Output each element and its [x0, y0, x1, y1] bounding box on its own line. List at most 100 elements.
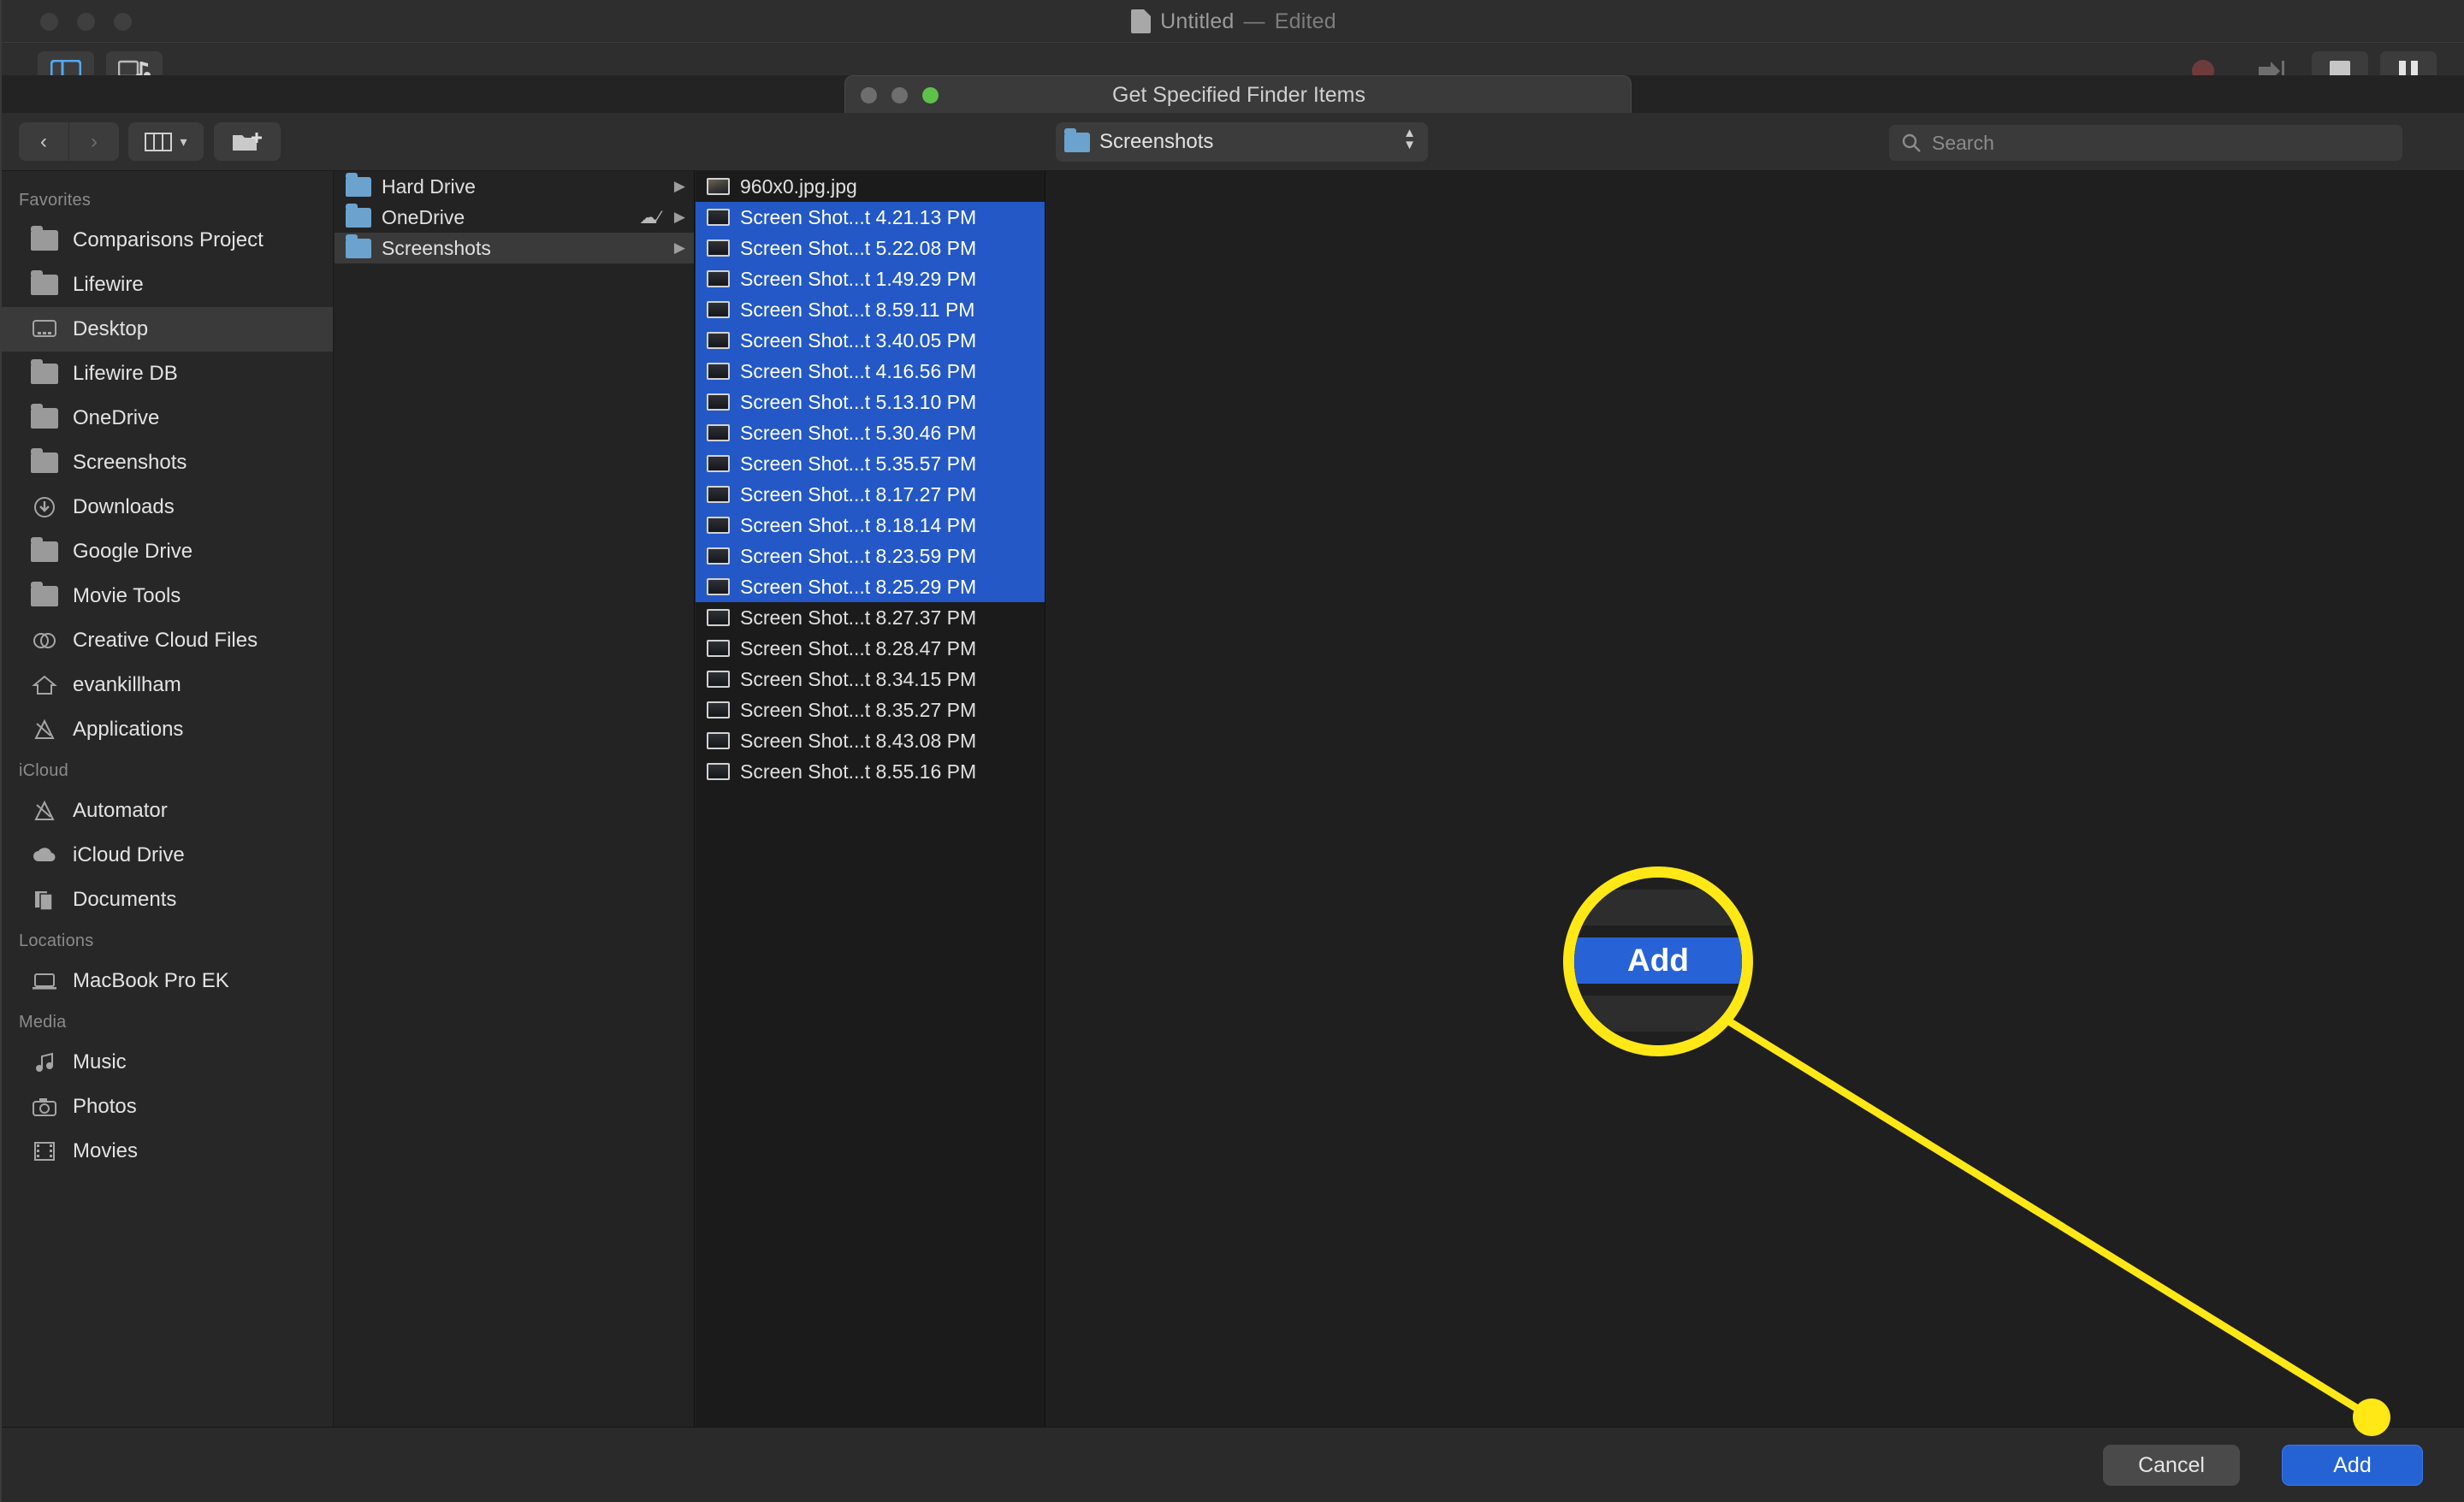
new-folder-button[interactable] [214, 122, 281, 161]
screenshot-thumbnail [707, 239, 730, 257]
sidebar-section-header: Media [19, 1013, 67, 1032]
folder-icon [30, 537, 59, 564]
file-list-item[interactable]: Screen Shot...t 8.43.08 PM [696, 725, 1045, 756]
column1-row[interactable]: OneDrive ☁∕ ▶ [335, 202, 694, 233]
sidebar-item-movie-tools[interactable]: Movie Tools [2, 574, 333, 618]
browser-column-3-preview [1046, 171, 2464, 1502]
sidebar-item-onedrive[interactable]: OneDrive [2, 396, 333, 441]
file-list-item[interactable]: Screen Shot...t 8.17.27 PM [696, 479, 1045, 510]
film-icon [30, 1139, 59, 1163]
file-list-item[interactable]: 960x0.jpg.jpg [696, 171, 1045, 202]
sidebar-item-google-drive[interactable]: Google Drive [2, 529, 333, 574]
app-title: Untitled — Edited [2, 0, 2464, 43]
file-list-item[interactable]: Screen Shot...t 8.27.37 PM [696, 602, 1045, 633]
sidebar-item-desktop[interactable]: Desktop [2, 307, 333, 352]
automator-window: Untitled — Edited Library [0, 0, 2464, 1502]
search-icon [1902, 133, 1921, 152]
sidebar-item-label: Movie Tools [73, 584, 181, 607]
sidebar-item-downloads[interactable]: Downloads [2, 485, 333, 529]
column1-row-label: Screenshots [382, 236, 491, 259]
screenshot-thumbnail [707, 332, 730, 349]
sidebar-section-header: Favorites [19, 191, 92, 210]
magnifier-band-top [1574, 890, 1742, 925]
file-list-item[interactable]: Screen Shot...t 8.35.27 PM [696, 695, 1045, 725]
app-title-edited-state: Edited [1274, 9, 1336, 33]
add-button[interactable]: Add [2282, 1445, 2423, 1486]
column1-row[interactable]: Hard Drive ▶ [335, 171, 694, 202]
file-list-item[interactable]: Screen Shot...t 4.16.56 PM [696, 356, 1045, 387]
sidebar-item-evankillham[interactable]: evankillham [2, 663, 333, 707]
browser-column-2[interactable]: 960x0.jpg.jpg Screen Shot...t 4.21.13 PM S… [696, 171, 1045, 1502]
sidebar-item-lifewire[interactable]: Lifewire [2, 263, 333, 307]
sidebar-item-comparisons-project[interactable]: Comparisons Project [2, 218, 333, 263]
blue-folder-icon [346, 234, 371, 258]
sidebar-item-icloud-drive[interactable]: iCloud Drive [2, 833, 333, 878]
path-popup-value: Screenshots [1099, 130, 1214, 153]
file-list-item-label: Screen Shot...t 8.25.29 PM [740, 575, 977, 598]
file-list-item-label: Screen Shot...t 8.34.15 PM [740, 667, 977, 690]
blue-folder-icon [346, 172, 371, 197]
file-chooser-dialog: Get Specified Finder Items ‹ › ▾ Screens… [2, 75, 2464, 1502]
column-view-icon [145, 132, 173, 151]
sidebar-item-photos[interactable]: Photos [2, 1085, 333, 1129]
file-list-item[interactable]: Screen Shot...t 5.30.46 PM [696, 417, 1045, 448]
sidebar-item-automator[interactable]: Automator [2, 789, 333, 833]
sidebar-item-label: Screenshots [73, 451, 187, 474]
sidebar-item-label: Automator [73, 799, 168, 822]
sidebar-item-label: Creative Cloud Files [73, 629, 258, 652]
file-list-item[interactable]: Screen Shot...t 5.35.57 PM [696, 448, 1045, 479]
sidebar-item-creative-cloud-files[interactable]: Creative Cloud Files [2, 618, 333, 663]
cancel-button[interactable]: Cancel [2103, 1445, 2240, 1486]
file-list-item-label: Screen Shot...t 8.18.14 PM [740, 513, 977, 536]
folder-icon [30, 582, 59, 608]
sidebar[interactable]: Favorites Comparisons Project Lifewire Desk… [2, 171, 334, 1502]
column1-row[interactable]: Screenshots ▶ [335, 233, 694, 263]
magnifier-callout: Add [1563, 866, 1753, 1056]
creative-cloud-icon [30, 629, 59, 653]
screenshot-thumbnail [707, 363, 730, 380]
file-list-item[interactable]: Screen Shot...t 5.13.10 PM [696, 387, 1045, 417]
file-list-item[interactable]: Screen Shot...t 8.28.47 PM [696, 633, 1045, 664]
sidebar-item-music[interactable]: Music [2, 1040, 333, 1085]
cloud-icon [30, 843, 59, 867]
magnifier-band-bottom [1574, 996, 1742, 1032]
magnifier-add-button-zoom: Add [1574, 937, 1742, 984]
up-down-stepper-icon[interactable]: ▲ ▼ [1403, 127, 1416, 151]
browser-column-1[interactable]: Hard Drive ▶ OneDrive ☁∕ ▶ Screenshots ▶ [335, 171, 695, 1502]
column1-row-label: OneDrive [382, 205, 465, 228]
folder-icon [30, 270, 59, 297]
sidebar-item-documents[interactable]: Documents [2, 878, 333, 922]
view-mode-button[interactable]: ▾ [128, 122, 204, 161]
sidebar-item-screenshots[interactable]: Screenshots [2, 441, 333, 485]
file-list-item[interactable]: Screen Shot...t 3.40.05 PM [696, 325, 1045, 356]
path-popup-button[interactable]: Screenshots ▲ ▼ [1056, 122, 1428, 162]
chevron-right-icon: › [91, 129, 98, 153]
sidebar-item-label: OneDrive [73, 406, 160, 429]
search-input[interactable]: Search [1889, 125, 2402, 161]
chevron-down-icon: ▾ [180, 134, 187, 150]
sidebar-item-applications[interactable]: Applications [2, 707, 333, 752]
app-titlebar: Untitled — Edited [2, 0, 2464, 43]
sidebar-item-movies[interactable]: Movies [2, 1129, 333, 1174]
sidebar-item-macbook-pro-ek[interactable]: MacBook Pro EK [2, 959, 333, 1003]
back-button[interactable]: ‹ [19, 122, 68, 161]
downloads-icon [30, 495, 59, 519]
file-list-item[interactable]: Screen Shot...t 8.18.14 PM [696, 510, 1045, 541]
file-list-item[interactable]: Screen Shot...t 8.34.15 PM [696, 664, 1045, 695]
file-list-item[interactable]: Screen Shot...t 1.49.29 PM [696, 263, 1045, 294]
file-list-item-label: Screen Shot...t 8.35.27 PM [740, 698, 977, 721]
sidebar-item-label: Downloads [73, 495, 175, 518]
file-list-item[interactable]: Screen Shot...t 4.21.13 PM [696, 202, 1045, 233]
automator-icon [30, 799, 59, 823]
file-list-item[interactable]: Screen Shot...t 8.59.11 PM [696, 294, 1045, 325]
file-list-item[interactable]: Screen Shot...t 8.55.16 PM [696, 756, 1045, 787]
file-list-item-label: Screen Shot...t 5.22.08 PM [740, 236, 977, 259]
sidebar-item-lifewire-db[interactable]: Lifewire DB [2, 352, 333, 396]
file-list-item[interactable]: Screen Shot...t 5.22.08 PM [696, 233, 1045, 263]
file-list-item[interactable]: Screen Shot...t 8.23.59 PM [696, 541, 1045, 571]
file-list-item[interactable]: Screen Shot...t 8.25.29 PM [696, 571, 1045, 602]
file-list-item-label: Screen Shot...t 5.35.57 PM [740, 452, 977, 475]
sidebar-item-label: Music [73, 1050, 127, 1073]
screenshot-thumbnail [707, 301, 730, 318]
forward-button[interactable]: › [69, 122, 119, 161]
